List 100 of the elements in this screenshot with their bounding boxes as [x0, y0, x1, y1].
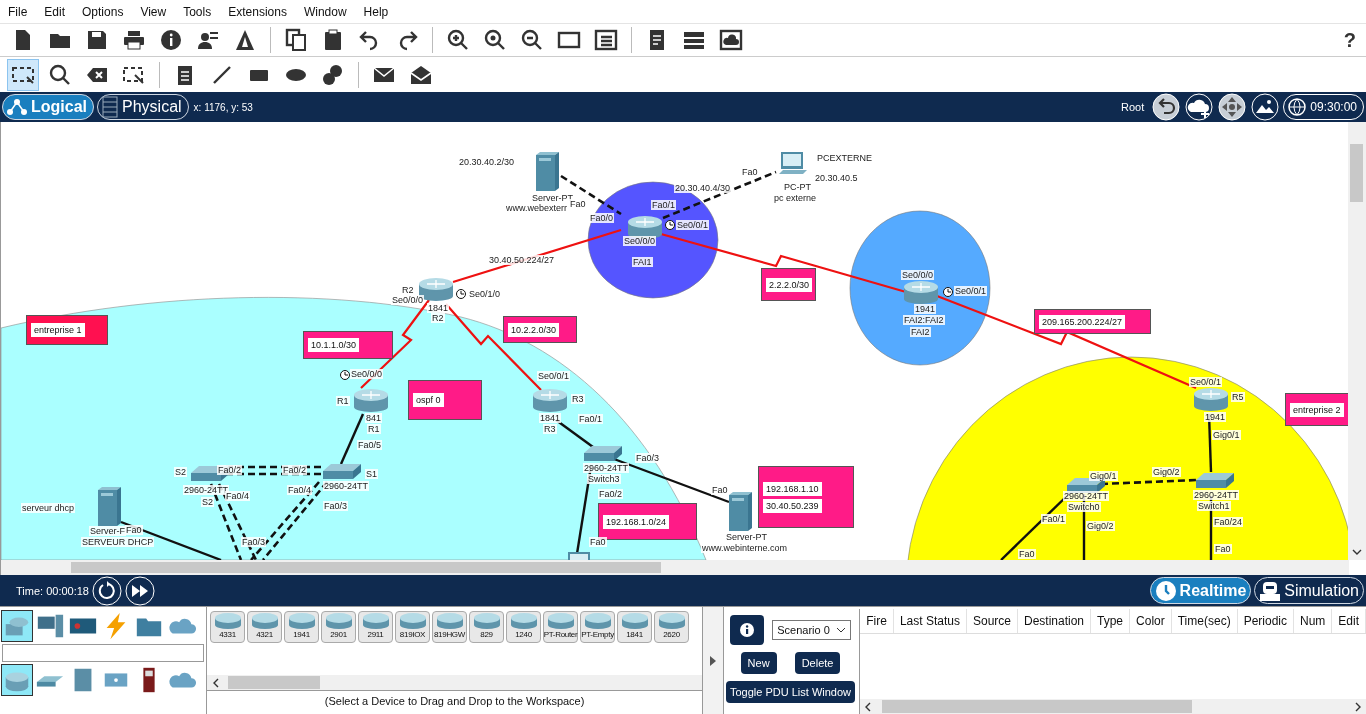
menu-item[interactable]: Help — [359, 4, 402, 19]
canvas-label: SERVEUR DHCP — [81, 537, 155, 547]
canvas-label: R1 — [336, 396, 350, 406]
menu-item[interactable]: View — [136, 4, 180, 19]
menu-item[interactable]: Extensions — [224, 4, 300, 19]
device-model-button[interactable]: 4331 — [210, 611, 245, 643]
router-icon — [397, 612, 428, 630]
simulation-time: Time: 00:00:18 — [16, 584, 89, 597]
computer-icon[interactable] — [779, 152, 807, 174]
canvas-label: Se0/0/0 — [391, 295, 425, 305]
scroll-thumb[interactable] — [71, 562, 661, 573]
router-icon[interactable] — [533, 389, 567, 412]
menu-item[interactable]: File — [4, 4, 41, 19]
scenario-select[interactable]: Scenario 0 — [772, 620, 851, 640]
device-model-button[interactable]: 2901 — [321, 611, 356, 643]
device-model-button[interactable]: 819HGW — [432, 611, 467, 643]
note-box[interactable]: entreprise 2 — [1285, 393, 1348, 426]
device-model-button[interactable]: 1240 — [506, 611, 541, 643]
scroll-left-icon[interactable] — [864, 701, 873, 712]
mode-tab[interactable]: Simulation — [1254, 577, 1364, 604]
canvas-label: Fa0 — [589, 537, 607, 547]
server-icon[interactable] — [729, 492, 752, 531]
expand-arrow-icon[interactable] — [709, 654, 717, 667]
scroll-right-icon[interactable] — [1354, 701, 1362, 712]
menu-item[interactable]: Tools — [179, 4, 225, 19]
scenario-button[interactable]: New — [740, 652, 777, 674]
note-box[interactable]: 192.168.1.10 30.40.50.239 — [758, 466, 854, 528]
horizontal-scrollbar[interactable] — [1, 560, 1349, 575]
scroll-thumb[interactable] — [882, 700, 1193, 713]
router-icon[interactable] — [354, 389, 388, 412]
canvas-label: PC-PT — [783, 182, 812, 192]
canvas-label: serveur dhcp — [21, 503, 76, 513]
note-box[interactable]: entreprise 1 — [26, 315, 108, 345]
switch-icon[interactable] — [584, 446, 622, 461]
help-button[interactable]: ? — [1343, 28, 1356, 52]
move-icon[interactable] — [1217, 93, 1248, 121]
router-icon[interactable] — [904, 281, 938, 304]
canvas-label: Fa0/5 — [357, 440, 382, 450]
device-model-button[interactable]: PT-Router — [543, 611, 578, 643]
note-text: entreprise 1 — [31, 323, 85, 337]
fast-forward-icon[interactable] — [124, 575, 155, 606]
menu-item[interactable]: Options — [78, 4, 137, 19]
server-icon[interactable] — [98, 487, 121, 526]
switch-icon[interactable] — [323, 464, 361, 479]
switch-icon[interactable] — [1196, 473, 1234, 488]
device-model-button[interactable]: 1841 — [617, 611, 652, 643]
horizontal-scrollbar[interactable] — [207, 675, 703, 690]
scroll-thumb[interactable] — [228, 676, 320, 689]
scenario-button[interactable]: Delete — [794, 652, 841, 674]
workspace-tab[interactable]: Logical — [2, 94, 94, 120]
reset-icon[interactable] — [91, 575, 122, 606]
note-box[interactable]: 10.2.2.0/30 — [503, 316, 577, 343]
workspace-tab[interactable]: Physical — [97, 94, 189, 120]
menu-item[interactable]: Edit — [40, 4, 79, 19]
info-icon[interactable] — [730, 615, 765, 645]
note-box[interactable]: 10.1.1.0/30 — [303, 331, 393, 359]
note-box[interactable]: 192.168.1.0/24 — [598, 503, 697, 540]
device-model-button[interactable]: 2620 — [654, 611, 689, 643]
canvas-label: 20.30.40.2/30 — [458, 157, 516, 167]
cloud-add-icon[interactable] — [1184, 93, 1215, 121]
canvas-label: Fa0/24 — [1213, 517, 1244, 527]
toggle-pdu-button[interactable]: Toggle PDU List Window — [726, 681, 856, 703]
router-icon[interactable] — [1194, 388, 1228, 411]
canvas-label: 2960-24TT — [1063, 491, 1110, 501]
column-header: Type — [1091, 609, 1131, 633]
note-box[interactable]: 2.2.2.0/30 — [761, 268, 816, 301]
search-field[interactable] — [2, 644, 204, 662]
router-icon[interactable] — [628, 216, 662, 239]
canvas-label: Fa0/4 — [287, 485, 312, 495]
canvas-label: PCEXTERNE — [816, 153, 873, 163]
device-model-button[interactable]: 4321 — [247, 611, 282, 643]
scroll-left-icon[interactable] — [212, 677, 220, 688]
image-icon[interactable] — [1250, 93, 1281, 121]
canvas-label: Fa0/1 — [651, 200, 676, 210]
mode-tab[interactable]: Realtime — [1149, 577, 1252, 604]
canvas-label: S2 — [201, 497, 214, 507]
menu-item[interactable]: Window — [299, 4, 360, 19]
scroll-thumb[interactable] — [1350, 144, 1363, 202]
horizontal-scrollbar[interactable] — [860, 699, 1366, 714]
router-icon — [434, 612, 465, 630]
canvas-label: R3 — [571, 394, 585, 404]
device-model-button[interactable]: 1941 — [284, 611, 319, 643]
caret-icon — [835, 626, 846, 634]
device-model-button[interactable]: 819IOX — [395, 611, 430, 643]
canvas-label: 1941 — [1204, 412, 1227, 422]
server-icon[interactable] — [536, 152, 559, 191]
scroll-down-icon[interactable] — [1352, 548, 1362, 556]
canvas-label: Se0/0/1 — [954, 286, 988, 296]
canvas-label: Fa0 — [569, 199, 587, 209]
clock-icon — [340, 370, 350, 380]
device-model-button[interactable]: 829 — [469, 611, 504, 643]
column-header: Fire — [860, 609, 894, 633]
canvas-label: Fa0/2 — [598, 489, 623, 499]
column-header: Source — [966, 609, 1018, 633]
note-box[interactable]: ospf 0 — [408, 380, 482, 420]
device-model-button[interactable]: PT-Empty — [580, 611, 615, 643]
vertical-scrollbar[interactable] — [1348, 122, 1366, 560]
note-box[interactable]: 209.165.200.224/27 — [1034, 309, 1151, 334]
device-model-button[interactable]: 2911 — [358, 611, 393, 643]
select-icon[interactable] — [8, 59, 38, 90]
